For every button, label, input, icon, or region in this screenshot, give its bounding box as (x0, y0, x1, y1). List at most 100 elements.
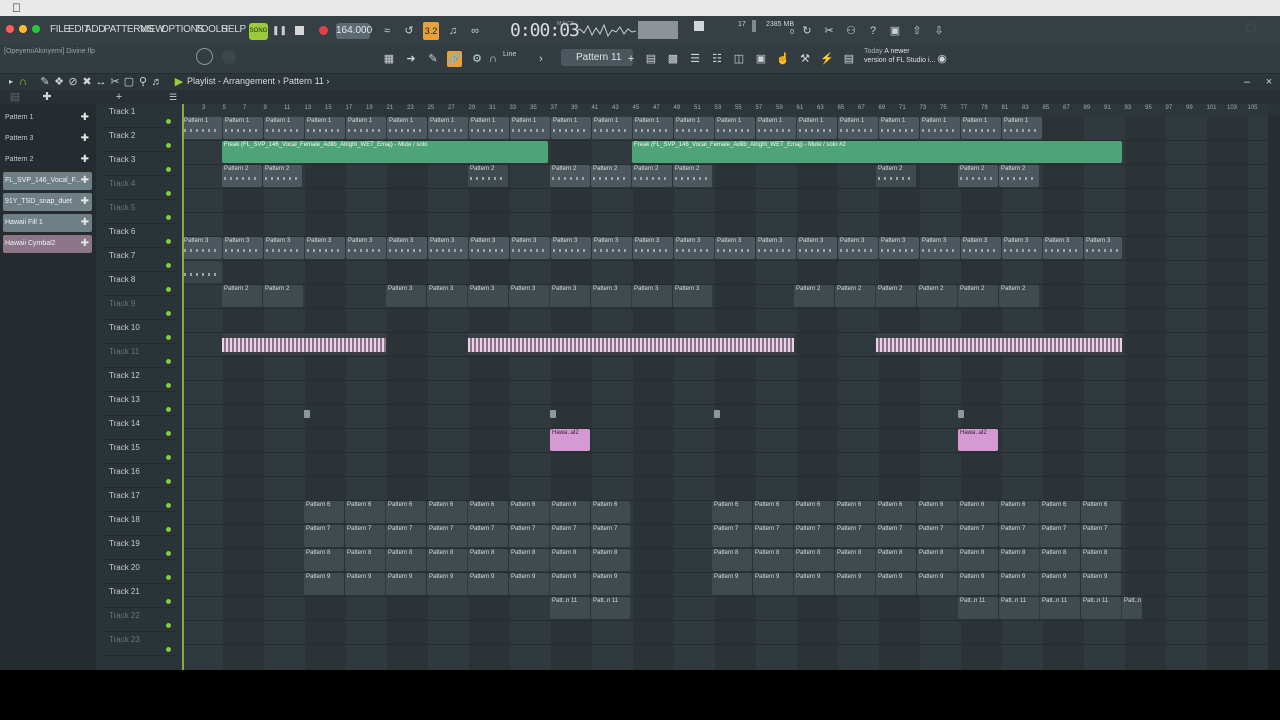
playlist-clip[interactable]: Pattern 2 (632, 165, 672, 187)
playlist-clip[interactable]: Pattern 1 (756, 117, 796, 139)
playlist-clip[interactable]: Hawa..al2 (550, 429, 590, 451)
playlist-clip[interactable]: Pattern 6 (345, 501, 385, 523)
typing-keyboard-icon[interactable]: ≈ (380, 24, 394, 38)
playlist-clip[interactable]: Pattern 6 (1040, 501, 1080, 523)
plugin-icon[interactable]: ▣ (754, 52, 768, 66)
playlist-clip[interactable]: Pattern 9 (427, 573, 467, 595)
pause-button[interactable]: ❚❚ (272, 25, 287, 37)
playlist-clip[interactable]: Pattern 6 (304, 501, 344, 523)
playlist-clip[interactable]: Pattern 3 (1043, 237, 1083, 259)
chevron-right-icon[interactable]: › (534, 52, 548, 66)
track-header[interactable]: Track 3 (104, 152, 176, 176)
draw-tool-icon[interactable]: ✎ (38, 75, 52, 89)
master-volume-knob[interactable] (222, 50, 236, 64)
playlist-clip[interactable]: Pattern 6 (753, 501, 793, 523)
playlist-clip[interactable]: Pattern 7 (753, 525, 793, 547)
playlist-clip[interactable]: Pattern 3 (387, 237, 427, 259)
track-mute-led[interactable] (166, 383, 171, 388)
playlist-clip[interactable]: Pattern 9 (304, 573, 344, 595)
playlist-clip[interactable]: Pattern 3 (509, 285, 549, 307)
playlist-clip[interactable]: Pattern 7 (304, 525, 344, 547)
playlist-clip[interactable]: Pattern 1 (797, 117, 837, 139)
picker-item[interactable]: Hawaii Fill 1 ✚ (3, 214, 92, 232)
playlist-clip[interactable]: Pattern 6 (958, 501, 998, 523)
playlist-clip[interactable]: Patt..n 11 (1081, 597, 1121, 619)
browser-toggle-icon[interactable]: ▤ (8, 90, 22, 104)
playlist-clip[interactable]: Pattern 7 (345, 525, 385, 547)
playlist-clip[interactable]: Pattern 3 (469, 237, 509, 259)
mute-tool-icon[interactable]: ✖ (80, 75, 94, 89)
playlist-clip[interactable]: Pattern 2 (222, 285, 262, 307)
playlist-clip[interactable]: Pattern 9 (712, 573, 752, 595)
playlist-clip[interactable]: Pattern 2 (591, 165, 631, 187)
timeline-ruler[interactable]: 3 5 7 9 11 13 15 17 19 21 23 25 27 29 31 33 35 37 39 41 43 45… (182, 104, 1268, 116)
playlist-clip[interactable]: Pattern 6 (794, 501, 834, 523)
track-mute-led[interactable] (166, 359, 171, 364)
playlist-clip[interactable]: Pattern 3 (1002, 237, 1042, 259)
playlist-clip[interactable]: Pattern 8 (468, 549, 508, 571)
playlist-clip[interactable]: Pattern 3 (468, 285, 508, 307)
track-mute-led[interactable] (166, 335, 171, 340)
playlist-clip[interactable]: Pattern 8 (794, 549, 834, 571)
snap-selector[interactable]: Line (503, 51, 516, 58)
zoom-tool-icon[interactable]: ⚲ (136, 75, 150, 89)
vertical-scrollbar[interactable] (1268, 116, 1280, 670)
browser-icon[interactable]: ◫ (732, 52, 746, 66)
playlist-clip[interactable]: Pattern 2 (876, 285, 916, 307)
add-icon[interactable]: ✚ (81, 151, 89, 169)
fl-cloud-icon[interactable]: ◉ (935, 52, 949, 66)
track-header[interactable]: Track 10 (104, 320, 176, 344)
track-mute-led[interactable] (166, 431, 171, 436)
playlist-clip[interactable]: Pattern 7 (591, 525, 630, 547)
step-edit-icon[interactable]: ♫ (446, 24, 460, 38)
add-icon[interactable]: ✚ (81, 109, 89, 127)
playlist-clip[interactable]: Pattern 8 (958, 549, 998, 571)
track-mute-led[interactable] (166, 191, 171, 196)
pattern-selector[interactable]: Pattern 11 (561, 49, 633, 66)
add-icon[interactable]: ✚ (81, 130, 89, 148)
playlist-clip[interactable]: Pattern 9 (876, 573, 916, 595)
close-panel-icon[interactable]: × (1262, 75, 1276, 89)
playlist-clip[interactable]: Pattern 2 (468, 165, 508, 187)
track-header[interactable]: Track 18 (104, 512, 176, 536)
playlist-clip[interactable]: Pattern 8 (427, 549, 467, 571)
playlist-clip[interactable]: Pattern 3 (550, 285, 590, 307)
playlist-clip[interactable]: Pattern 9 (999, 573, 1039, 595)
playlist-clip[interactable]: Pattern 2 (794, 285, 834, 307)
track-header[interactable]: Track 23 (104, 632, 176, 656)
pencil-icon[interactable]: ✎ (426, 52, 440, 66)
playlist-clip[interactable]: Pattern 7 (794, 525, 834, 547)
playlist-clip[interactable]: Pattern 3 (838, 237, 878, 259)
playlist-clip[interactable]: Pattern 6 (468, 501, 508, 523)
playlist-clip[interactable]: Pattern 2 (673, 165, 712, 187)
playlist-clip[interactable]: Pattern 3 (674, 237, 714, 259)
apple-icon[interactable]:  (12, 1, 21, 15)
playlist-clip[interactable]: Pattern 3 (920, 237, 960, 259)
mixer-icon[interactable]: ▦ (382, 52, 396, 66)
stamp-icon[interactable]: ⚙ (470, 52, 484, 66)
picker-item[interactable]: Pattern 2 ✚ (3, 151, 92, 169)
playlist-clip[interactable]: Pattern 9 (550, 573, 590, 595)
playlist-clip[interactable]: Pattern 3 (386, 285, 426, 307)
playlist-clip[interactable]: Pattern 8 (1081, 549, 1121, 571)
playlist-clip[interactable]: Freak (FL_SVP_146_Vocal_Female_Adlib_Alr… (222, 141, 548, 163)
menu-help[interactable]: HELP (221, 24, 246, 35)
playlist-clip[interactable]: Pattern 8 (345, 549, 385, 571)
playlist-clip[interactable]: Pattern 8 (835, 549, 875, 571)
help-icon[interactable]: ? (866, 24, 880, 38)
playlist-clip[interactable]: Pattern 3 (961, 237, 1001, 259)
picker-item[interactable]: 91Y_TSD_snap_duet ✚ (3, 193, 92, 211)
piano-roll-icon[interactable]: ☰ (166, 90, 180, 104)
playlist-clip[interactable]: Pattern 1 (633, 117, 673, 139)
pattern-song-icon[interactable] (694, 21, 704, 31)
playlist-clip[interactable]: Pattern 7 (917, 525, 957, 547)
add-icon[interactable]: ✚ (81, 193, 89, 211)
playlist-clip[interactable]: Pattern 3 (264, 237, 304, 259)
track-mute-led[interactable] (166, 287, 171, 292)
track-header[interactable]: Track 6 (104, 224, 176, 248)
playlist-clip[interactable] (468, 333, 794, 355)
playlist-clip[interactable]: Pattern 9 (1081, 573, 1121, 595)
arrangement-grid[interactable]: Pattern 1 Pattern 1 Pattern 1 Pattern 1 Patt… (182, 116, 1268, 670)
add-pattern-icon[interactable]: ✚ (40, 90, 54, 104)
slip-tool-icon[interactable]: ↔ (94, 75, 108, 89)
